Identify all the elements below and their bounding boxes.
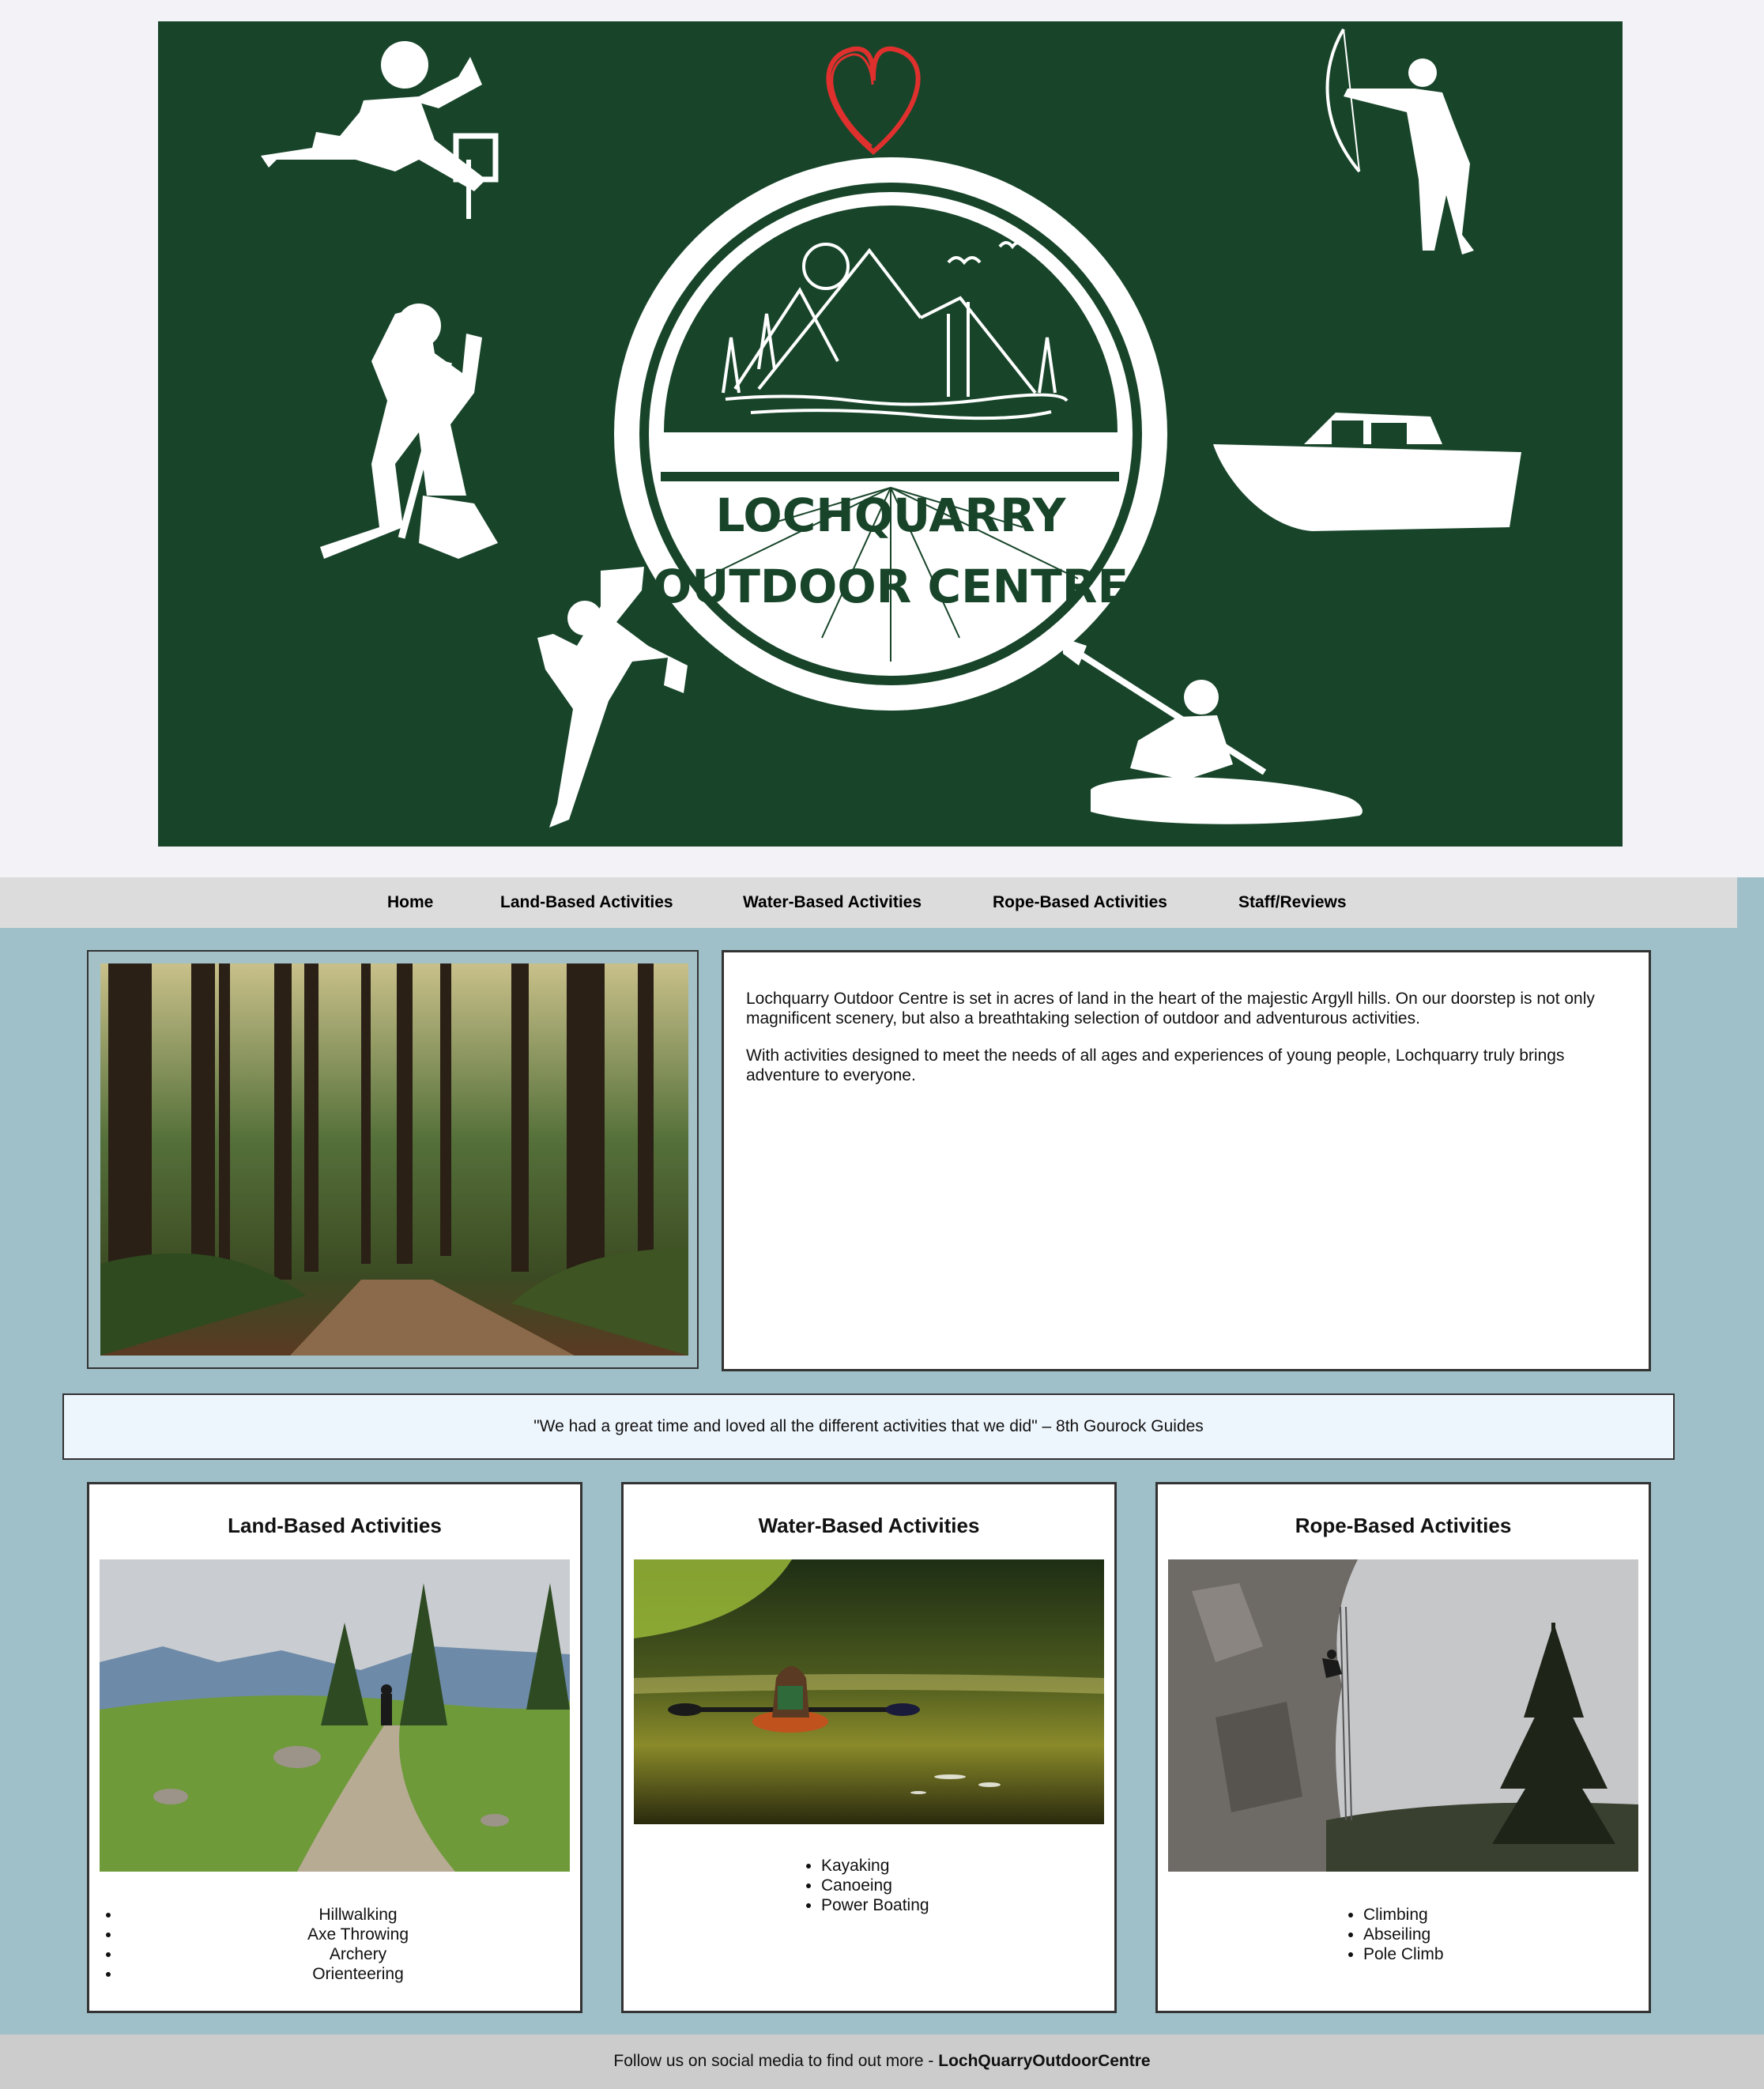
archer-icon	[1325, 28, 1474, 255]
card-water-based: Water-Based Activities Kayaking Canoeing…	[621, 1482, 1117, 2013]
nav-land-based[interactable]: Land-Based Activities	[500, 877, 673, 928]
main-navigation: Home Land-Based Activities Water-Based A…	[0, 877, 1737, 928]
rope-activity-list: Climbing Abseiling Pole Climb	[1332, 1905, 1444, 1964]
orienteering-runner-icon	[261, 41, 499, 219]
list-item: Orienteering	[121, 1964, 595, 1984]
card-title: Land-Based Activities	[228, 1514, 442, 1537]
hillwalking-photo	[100, 1559, 570, 1872]
land-activity-list: Hillwalking Axe Throwing Archery Oriente…	[89, 1905, 595, 1984]
intro-text-panel: Lochquarry Outdoor Centre is set in acre…	[722, 950, 1651, 1371]
power-boat-icon	[1213, 413, 1521, 531]
forest-photo-frame	[87, 950, 699, 1369]
nav-rope-based[interactable]: Rope-Based Activities	[993, 877, 1167, 928]
heart-icon	[826, 46, 921, 155]
list-item: Archery	[121, 1944, 595, 1964]
hero-illustration: LOCHQUARRY OUTDOOR CENTRE	[261, 28, 1521, 828]
kayaker-icon	[1063, 638, 1363, 824]
footer-text: Follow us on social media to find out mo…	[613, 2052, 939, 2070]
hero-banner: LOCHQUARRY OUTDOOR CENTRE	[158, 21, 1623, 847]
page-footer: Follow us on social media to find out mo…	[0, 2034, 1764, 2089]
nav-staff-reviews[interactable]: Staff/Reviews	[1238, 877, 1347, 928]
kayaking-photo	[634, 1559, 1104, 1824]
list-item: Power Boating	[821, 1895, 929, 1915]
nav-water-based[interactable]: Water-Based Activities	[743, 877, 922, 928]
card-land-based: Land-Based Activities Hillwalking Axe Th…	[87, 1482, 582, 2013]
list-item: Axe Throwing	[121, 1925, 595, 1944]
logo-title-line1: LOCHQUARRY	[716, 488, 1067, 542]
climbing-photo	[1168, 1559, 1638, 1872]
intro-paragraph-1: Lochquarry Outdoor Centre is set in acre…	[746, 990, 1595, 1028]
card-title: Water-Based Activities	[758, 1514, 980, 1537]
list-item: Climbing	[1363, 1905, 1444, 1925]
nav-home[interactable]: Home	[387, 877, 433, 928]
testimonial-quote: "We had a great time and loved all the d…	[62, 1393, 1675, 1460]
forest-photo	[100, 963, 688, 1356]
card-rope-based: Rope-Based Activities Climbing Abseiling…	[1155, 1482, 1651, 2013]
logo-title-line2: OUTDOOR CENTRE	[653, 560, 1129, 613]
water-activity-list: Kayaking Canoeing Power Boating	[790, 1856, 929, 1915]
list-item: Canoeing	[821, 1876, 929, 1895]
intro-paragraph-2: With activities designed to meet the nee…	[746, 1046, 1565, 1084]
card-title: Rope-Based Activities	[1295, 1514, 1512, 1537]
list-item: Hillwalking	[121, 1905, 595, 1925]
hiker-icon	[320, 304, 498, 559]
list-item: Kayaking	[821, 1856, 929, 1876]
list-item: Pole Climb	[1363, 1944, 1444, 1964]
list-item: Abseiling	[1363, 1925, 1444, 1944]
social-handle-link[interactable]: LochQuarryOutdoorCentre	[938, 2052, 1150, 2070]
